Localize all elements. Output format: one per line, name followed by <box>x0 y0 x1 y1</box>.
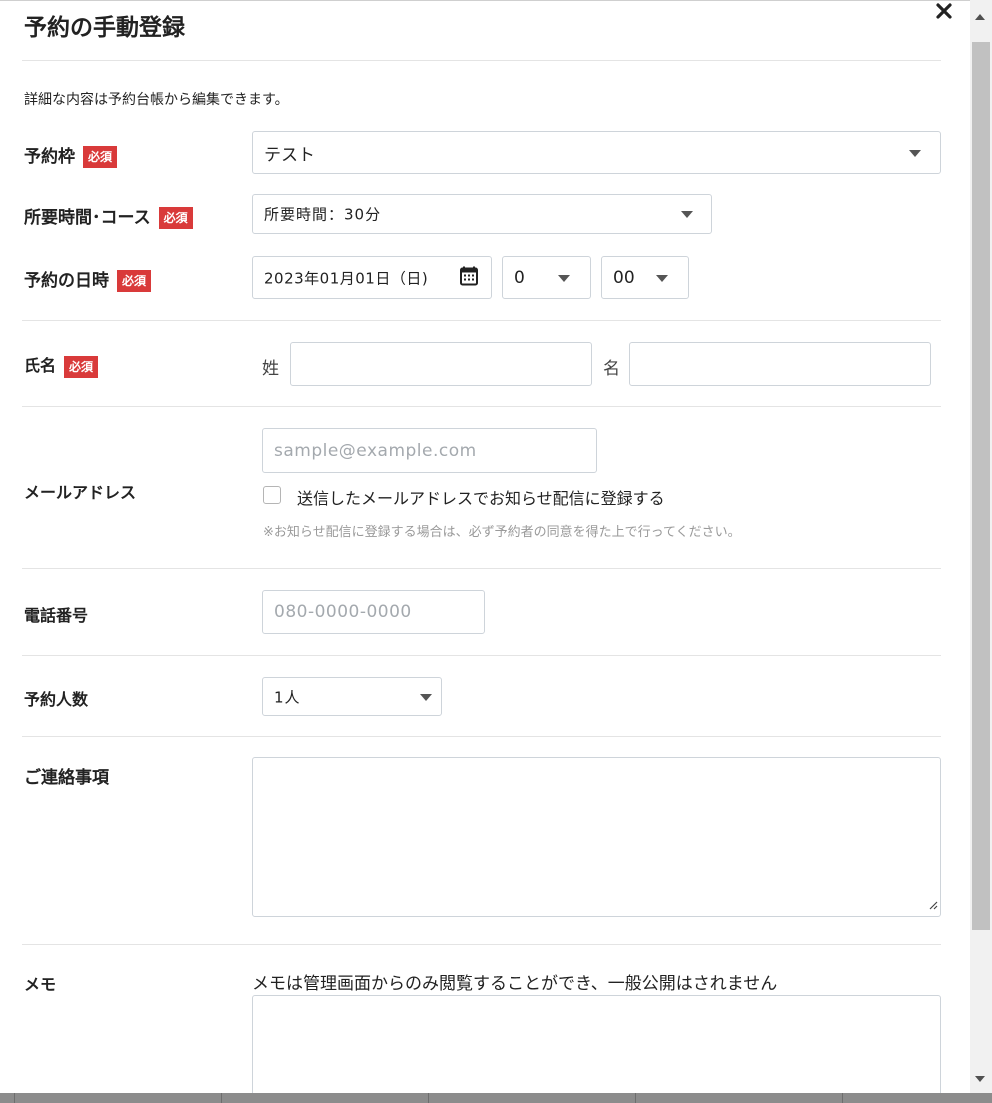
chevron-down-icon <box>656 274 668 282</box>
divider <box>22 320 941 321</box>
people-select[interactable]: 1人 <box>262 677 442 716</box>
course-label: 所要時間･コース 必須 <box>24 203 193 229</box>
minute-select-value: 00 <box>613 267 635 288</box>
chevron-down-icon <box>420 693 432 701</box>
course-select[interactable]: 所要時間：30分 <box>252 194 712 234</box>
phone-field[interactable]: 080-0000-0000 <box>262 590 485 634</box>
scroll-down-arrow-icon[interactable] <box>975 1076 985 1082</box>
last-name-input[interactable] <box>290 342 592 386</box>
slot-label-text: 予約枠 <box>24 147 75 167</box>
required-badge: 必須 <box>158 207 193 229</box>
intro-text: 詳細な内容は予約台帳から編集できます。 <box>24 92 289 108</box>
datetime-label: 予約の日時 必須 <box>24 266 152 292</box>
scrollbar-thumb[interactable] <box>972 42 990 930</box>
memo-note: メモは管理画面からのみ閲覧することができ、一般公開はされません <box>252 974 778 994</box>
scroll-up-arrow-icon[interactable] <box>975 14 985 20</box>
name-label-text: 氏名 <box>24 356 57 375</box>
name-label: 氏名 必須 <box>24 352 99 378</box>
phone-label: 電話番号 <box>24 606 89 625</box>
resize-handle-icon[interactable] <box>928 895 938 914</box>
calendar-icon[interactable] <box>460 266 478 289</box>
course-select-value: 所要時間：30分 <box>264 205 382 224</box>
required-badge: 必須 <box>64 355 99 378</box>
chevron-down-icon <box>558 274 570 282</box>
hour-select[interactable]: 0 <box>502 256 591 299</box>
email-placeholder: sample@example.com <box>274 440 477 461</box>
required-badge: 必須 <box>117 270 152 292</box>
email-label: メールアドレス <box>24 483 137 502</box>
divider <box>22 60 941 61</box>
slot-label: 予約枠 必須 <box>24 142 118 168</box>
divider <box>22 406 941 407</box>
memo-label: メモ <box>24 975 57 994</box>
people-label: 予約人数 <box>24 690 89 709</box>
divider <box>22 655 941 656</box>
newsletter-note: ※お知らせ配信に登録する場合は、必ず予約者の同意を得た上で行ってください。 <box>263 525 741 540</box>
phone-placeholder: 080-0000-0000 <box>274 602 412 622</box>
last-name-label: 姓 <box>262 359 279 379</box>
modal-top-border <box>0 0 970 1</box>
slot-select-value: テスト <box>264 145 315 165</box>
course-label-text: 所要時間･コース <box>24 208 151 228</box>
newsletter-checkbox-label[interactable]: 送信したメールアドレスでお知らせ配信に登録する <box>297 485 665 509</box>
message-label: ご連絡事項 <box>24 768 109 788</box>
divider <box>22 568 941 569</box>
newsletter-checkbox[interactable] <box>263 486 281 504</box>
close-icon[interactable] <box>934 2 954 22</box>
first-name-label: 名 <box>603 359 620 379</box>
people-select-value: 1人 <box>274 688 301 706</box>
chevron-down-icon <box>909 149 921 157</box>
memo-textarea[interactable] <box>252 995 941 1093</box>
date-input[interactable]: 2023年01月01日（日) <box>252 256 492 299</box>
page-title: 予約の手動登録 <box>24 15 185 41</box>
required-badge: 必須 <box>83 146 118 168</box>
first-name-input[interactable] <box>629 342 931 386</box>
chevron-down-icon <box>681 211 693 218</box>
minute-select[interactable]: 00 <box>601 256 689 299</box>
date-input-value: 2023年01月01日（日) <box>264 269 429 287</box>
slot-select[interactable]: テスト <box>252 131 941 174</box>
datetime-label-text: 予約の日時 <box>24 271 109 291</box>
divider <box>22 736 941 737</box>
hour-select-value: 0 <box>514 267 525 288</box>
reservation-modal: 予約の手動登録 詳細な内容は予約台帳から編集できます。 予約枠 必須 テスト 所要… <box>0 0 970 1093</box>
message-textarea[interactable] <box>252 757 941 917</box>
email-field[interactable]: sample@example.com <box>262 428 597 473</box>
background-overlay-strip <box>0 1093 992 1103</box>
divider <box>22 944 941 945</box>
